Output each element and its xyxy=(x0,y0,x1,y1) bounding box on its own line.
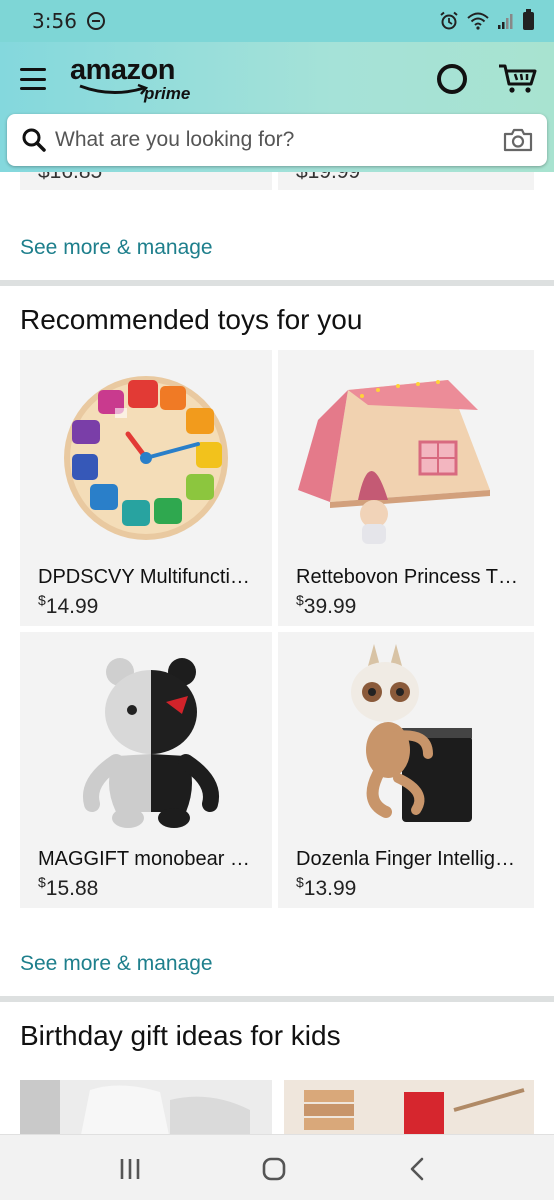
princess-tent-image xyxy=(298,380,490,544)
previous-product-card[interactable]: $19.99 xyxy=(278,172,534,190)
menu-button[interactable] xyxy=(20,68,46,90)
product-card[interactable]: Rettebovon Princess T… $39.99 xyxy=(278,350,534,626)
product-name: MAGGIFT monobear … xyxy=(38,848,250,870)
search-input[interactable] xyxy=(55,128,503,152)
amazon-prime-logo[interactable]: amazon prime xyxy=(70,54,200,103)
do-not-disturb-icon xyxy=(86,12,105,30)
product-name: Rettebovon Princess T… xyxy=(296,566,518,588)
wifi-icon xyxy=(467,12,489,30)
monobear-plush-image xyxy=(83,658,219,828)
product-price: $13.99 xyxy=(296,874,357,900)
section-title-birthday: Birthday gift ideas for kids xyxy=(20,1020,341,1051)
alexa-button[interactable] xyxy=(437,64,467,94)
product-price: $15.88 xyxy=(38,874,99,900)
section-divider xyxy=(0,280,554,286)
status-bar: 3:56 xyxy=(0,0,554,42)
search-box[interactable] xyxy=(7,114,547,166)
see-more-manage-link[interactable]: See more & manage xyxy=(20,236,213,260)
signal-icon xyxy=(498,14,513,29)
system-nav-bar xyxy=(0,1134,554,1200)
product-price: $39.99 xyxy=(296,592,357,618)
status-time: 3:56 xyxy=(32,9,77,33)
search-icon xyxy=(22,128,46,152)
home-feed: $16.85 $19.99 See more & manage Recommen… xyxy=(0,172,554,1134)
see-more-manage-link[interactable]: See more & manage xyxy=(20,952,213,976)
section-divider xyxy=(0,996,554,1002)
back-icon[interactable] xyxy=(398,1153,438,1185)
gift-idea-image xyxy=(284,1080,534,1134)
product-card[interactable]: DPDSCVY Multifuncti… $14.99 xyxy=(20,350,272,626)
product-card[interactable]: MAGGIFT monobear … $15.88 xyxy=(20,632,272,908)
gift-idea-tile[interactable] xyxy=(284,1080,534,1134)
recent-apps-icon[interactable] xyxy=(110,1153,150,1185)
toy-clock-image xyxy=(64,376,228,540)
product-name: Dozenla Finger Intellig… xyxy=(296,848,515,870)
home-icon[interactable] xyxy=(254,1153,294,1185)
product-price: $14.99 xyxy=(38,592,99,618)
camera-icon[interactable] xyxy=(503,127,533,153)
gift-idea-image xyxy=(20,1080,272,1134)
alarm-icon xyxy=(440,11,458,30)
status-icons xyxy=(439,9,534,31)
logo-sub-text: prime xyxy=(144,84,191,103)
app-header: amazon prime xyxy=(0,42,554,172)
section-title-recommended: Recommended toys for you xyxy=(20,304,363,335)
previous-product-price: $16.85 xyxy=(38,172,102,184)
cart-icon[interactable] xyxy=(498,60,538,96)
product-card[interactable]: Dozenla Finger Intellig… $13.99 xyxy=(278,632,534,908)
previous-product-card[interactable]: $16.85 xyxy=(20,172,272,190)
battery-icon xyxy=(523,9,534,30)
gift-idea-tile[interactable] xyxy=(20,1080,272,1134)
product-name: DPDSCVY Multifuncti… xyxy=(38,566,250,588)
previous-product-price: $19.99 xyxy=(296,172,360,184)
finger-monkey-image xyxy=(351,644,472,822)
